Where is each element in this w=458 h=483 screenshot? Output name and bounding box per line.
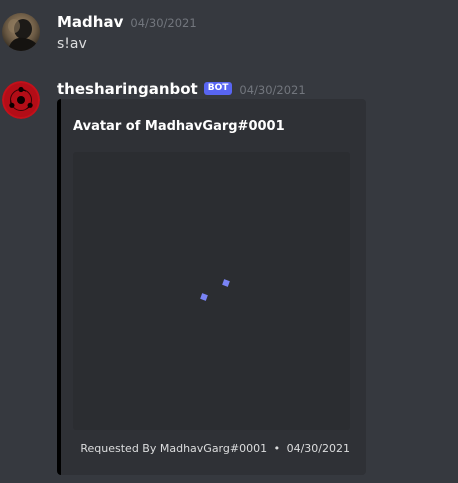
sharingan-icon xyxy=(2,81,40,119)
embed-footer-timestamp: 04/30/2021 xyxy=(286,442,350,455)
message-header: thesharinganbot BOT 04/30/2021 xyxy=(57,80,306,98)
message-timestamp[interactable]: 04/30/2021 xyxy=(130,16,196,30)
username[interactable]: Madhav xyxy=(57,13,123,31)
loading-spinner-icon xyxy=(200,293,208,301)
chat-messages: Madhav 04/30/2021 s!av thesharinganbot B… xyxy=(0,0,458,483)
message-content: s!av xyxy=(57,36,87,52)
username[interactable]: thesharinganbot xyxy=(57,80,198,98)
embed-footer: Requested By MadhavGarg#0001 • 04/30/202… xyxy=(80,442,350,455)
message-madhav: Madhav 04/30/2021 s!av xyxy=(0,0,458,70)
avatar-thesharinganbot[interactable] xyxy=(2,81,40,119)
embed-image-loading[interactable] xyxy=(73,152,350,430)
bot-tag: BOT xyxy=(203,81,233,95)
footer-separator: • xyxy=(273,442,281,455)
message-header: Madhav 04/30/2021 xyxy=(57,13,197,31)
embed-title: Avatar of MadhavGarg#0001 xyxy=(73,119,285,134)
loading-spinner-icon xyxy=(222,279,230,287)
avatar-madhav[interactable] xyxy=(2,13,40,51)
embed-footer-text: Requested By MadhavGarg#0001 xyxy=(80,442,268,455)
message-timestamp[interactable]: 04/30/2021 xyxy=(239,83,305,97)
embed: Avatar of MadhavGarg#0001 Requested By M… xyxy=(57,99,366,475)
